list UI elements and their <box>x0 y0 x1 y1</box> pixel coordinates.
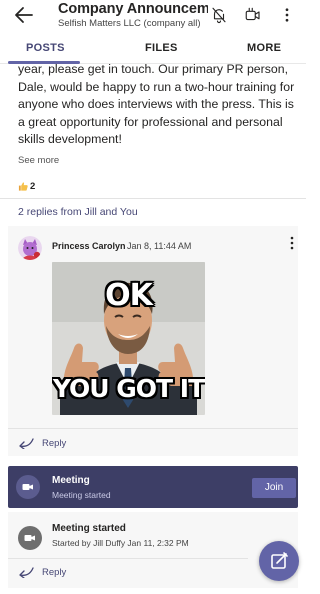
divider <box>8 558 248 559</box>
reply-author[interactable]: Princess Carolyn <box>52 241 126 251</box>
divider <box>0 198 306 199</box>
meeting-banner[interactable]: Meeting Meeting started Join <box>8 466 298 508</box>
channel-tabs: POSTS FILES MORE <box>0 34 306 64</box>
reaction-count: 2 <box>30 181 36 192</box>
meeting-status: Meeting started <box>52 490 111 500</box>
meeting-title: Meeting <box>52 475 90 486</box>
meme-image[interactable]: OK YOU GOT IT <box>52 262 205 415</box>
princess-carolyn-avatar-icon <box>18 236 42 260</box>
replies-summary[interactable]: 2 replies from Jill and You <box>18 206 138 218</box>
reply-label: Reply <box>42 437 67 449</box>
team-name: Selfish Matters LLC (company all) <box>58 18 201 29</box>
app-header: Company Announceme... Selfish Matters LL… <box>0 0 306 34</box>
meeting-started-detail: Started by Jill Duffy Jan 11, 2:32 PM <box>52 538 189 548</box>
see-more-link[interactable]: See more <box>18 155 59 166</box>
divider <box>8 428 298 429</box>
bell-off-icon[interactable] <box>210 6 228 24</box>
reply-button[interactable]: Reply <box>18 566 66 578</box>
reply-arrow-icon <box>19 567 34 578</box>
channel-title-block[interactable]: Company Announceme... Selfish Matters LL… <box>58 1 208 29</box>
more-vertical-icon[interactable] <box>282 6 292 24</box>
reply-button[interactable]: Reply <box>18 437 66 449</box>
join-meeting-button[interactable]: Join <box>252 478 296 498</box>
compose-icon <box>271 552 288 569</box>
like-reaction[interactable]: 2 <box>18 181 35 192</box>
tab-posts[interactable]: POSTS <box>26 42 65 54</box>
meeting-camera-icon <box>16 475 40 499</box>
post-body: year, please get in touch. Our primary P… <box>18 62 295 146</box>
avatar[interactable] <box>18 236 42 260</box>
reply-arrow-icon <box>19 438 34 449</box>
tab-more[interactable]: MORE <box>247 42 281 54</box>
video-meet-icon[interactable] <box>244 6 262 24</box>
reply-timestamp: Jan 8, 11:44 AM <box>127 241 192 251</box>
meme-top-text: OK <box>105 278 153 313</box>
back-arrow-icon[interactable] <box>12 3 36 27</box>
meeting-started-title: Meeting started <box>52 523 126 534</box>
thumbs-up-icon <box>18 182 28 191</box>
meme-bottom-text: YOU GOT IT <box>52 374 205 403</box>
tab-files[interactable]: FILES <box>145 42 178 54</box>
channel-title: Company Announceme... <box>58 1 208 17</box>
new-post-button[interactable] <box>259 541 299 581</box>
meeting-camera-icon <box>18 526 42 550</box>
message-options-icon[interactable] <box>288 236 296 250</box>
reply-label: Reply <box>42 566 67 578</box>
